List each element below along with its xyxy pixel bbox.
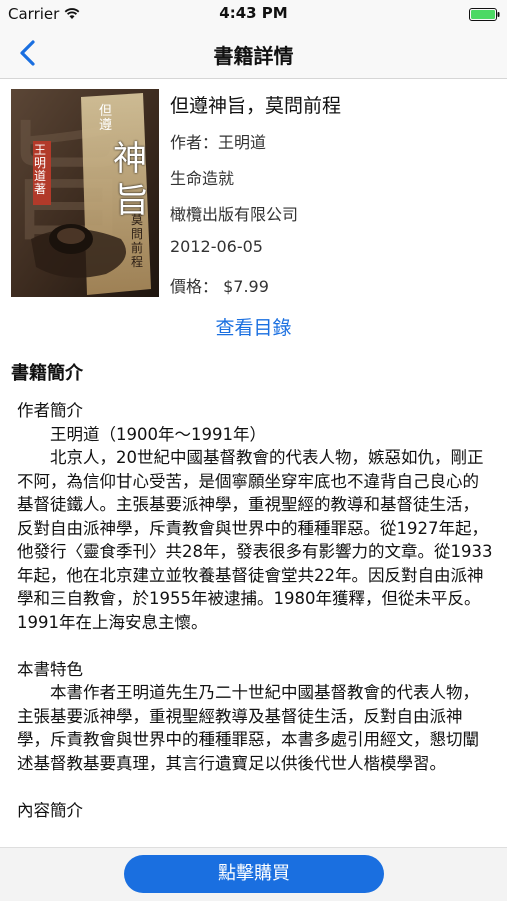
book-series: 生命造就 — [170, 169, 235, 188]
features-text: 本書作者王明道先生乃二十世紀中國基督教會的代表人物，主張基要派神學，重視聖經教導… — [17, 683, 479, 773]
book-cover-image: 旨 王明道 著 但遵 神 旨 莫問前程 — [11, 89, 159, 297]
book-title: 但遵神旨，莫問前程 — [170, 95, 342, 117]
cover-title-line4: 莫問前程 — [131, 213, 144, 269]
author-name-line: 王明道（1900年～1991年） — [50, 424, 266, 444]
navigation-bar: 書籍詳情 — [0, 28, 507, 79]
content-heading: 內容簡介 — [17, 800, 83, 820]
status-bar: Carrier 4:43 PM — [0, 0, 507, 28]
view-toc-link[interactable]: 查看目錄 — [0, 313, 507, 340]
book-description: 作者簡介 王明道（1900年～1991年） 北京人，20世紀中國基督教會的代表人… — [17, 399, 493, 822]
author-bio: 北京人，20世紀中國基督教會的代表人物，嫉惡如仇，剛正不阿，為信仰甘心受苦，是個… — [17, 448, 493, 632]
book-publisher: 橄欖出版有限公司 — [170, 205, 299, 224]
book-detail-content: 旨 王明道 著 但遵 神 旨 莫問前程 但遵神旨，莫問前程 作者：王明道 生命造… — [0, 79, 507, 847]
buy-button[interactable]: 點擊購買 — [124, 855, 384, 893]
cover-author-label: 王明道 著 — [34, 143, 47, 196]
page-title: 書籍詳情 — [213, 44, 294, 68]
book-price: 價格： $7.99 — [170, 277, 269, 296]
bottom-bar: 點擊購買 — [0, 847, 507, 901]
author-heading: 作者簡介 — [17, 401, 83, 420]
clock: 4:43 PM — [219, 4, 288, 22]
features-heading: 本書特色 — [17, 659, 83, 679]
book-date: 2012-06-05 — [170, 237, 263, 256]
section-title-intro: 書籍簡介 — [11, 363, 83, 384]
book-author: 作者：王明道 — [170, 133, 267, 152]
cover-title-line1: 但遵 — [99, 104, 113, 133]
battery-icon — [469, 7, 501, 21]
